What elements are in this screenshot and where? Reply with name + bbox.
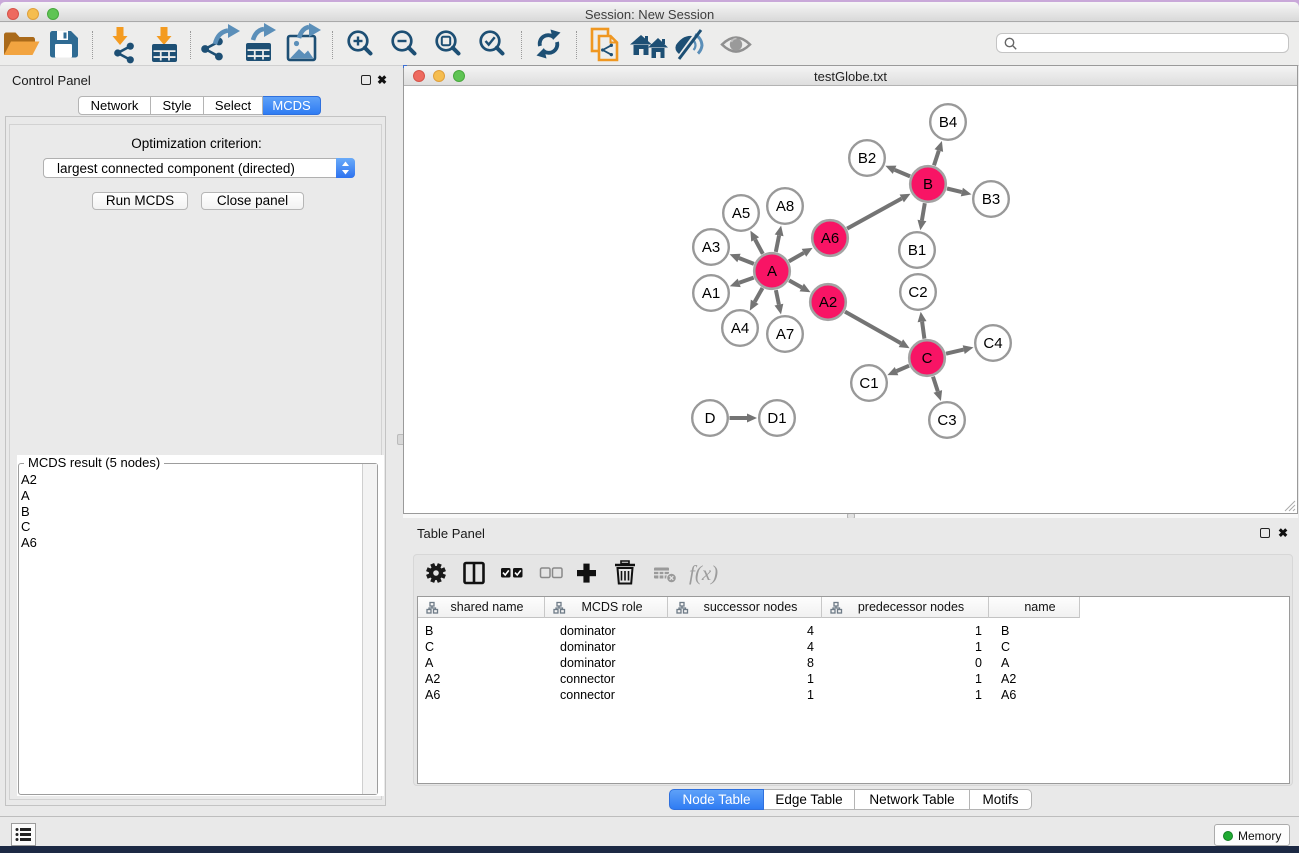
svg-text:B4: B4 (939, 114, 957, 131)
svg-text:f(x): f(x) (689, 561, 718, 585)
svg-text:C1: C1 (859, 375, 878, 392)
svg-text:A8: A8 (776, 198, 794, 215)
svg-text:B: B (923, 176, 933, 193)
svg-text:A3: A3 (702, 239, 720, 256)
svg-text:A1: A1 (702, 285, 720, 302)
svg-text:C3: C3 (937, 412, 956, 429)
svg-text:A5: A5 (732, 205, 750, 222)
svg-text:A4: A4 (731, 320, 749, 337)
svg-text:C4: C4 (983, 335, 1002, 352)
svg-text:A: A (767, 263, 777, 280)
svg-text:C2: C2 (908, 284, 927, 301)
svg-text:D1: D1 (767, 410, 786, 427)
svg-text:A7: A7 (776, 326, 794, 343)
svg-text:A2: A2 (819, 294, 837, 311)
svg-text:B1: B1 (908, 242, 926, 259)
svg-text:C: C (922, 350, 933, 367)
svg-text:B3: B3 (982, 191, 1000, 208)
svg-text:B2: B2 (858, 150, 876, 167)
svg-text:A6: A6 (821, 230, 839, 247)
svg-text:D: D (705, 410, 716, 427)
